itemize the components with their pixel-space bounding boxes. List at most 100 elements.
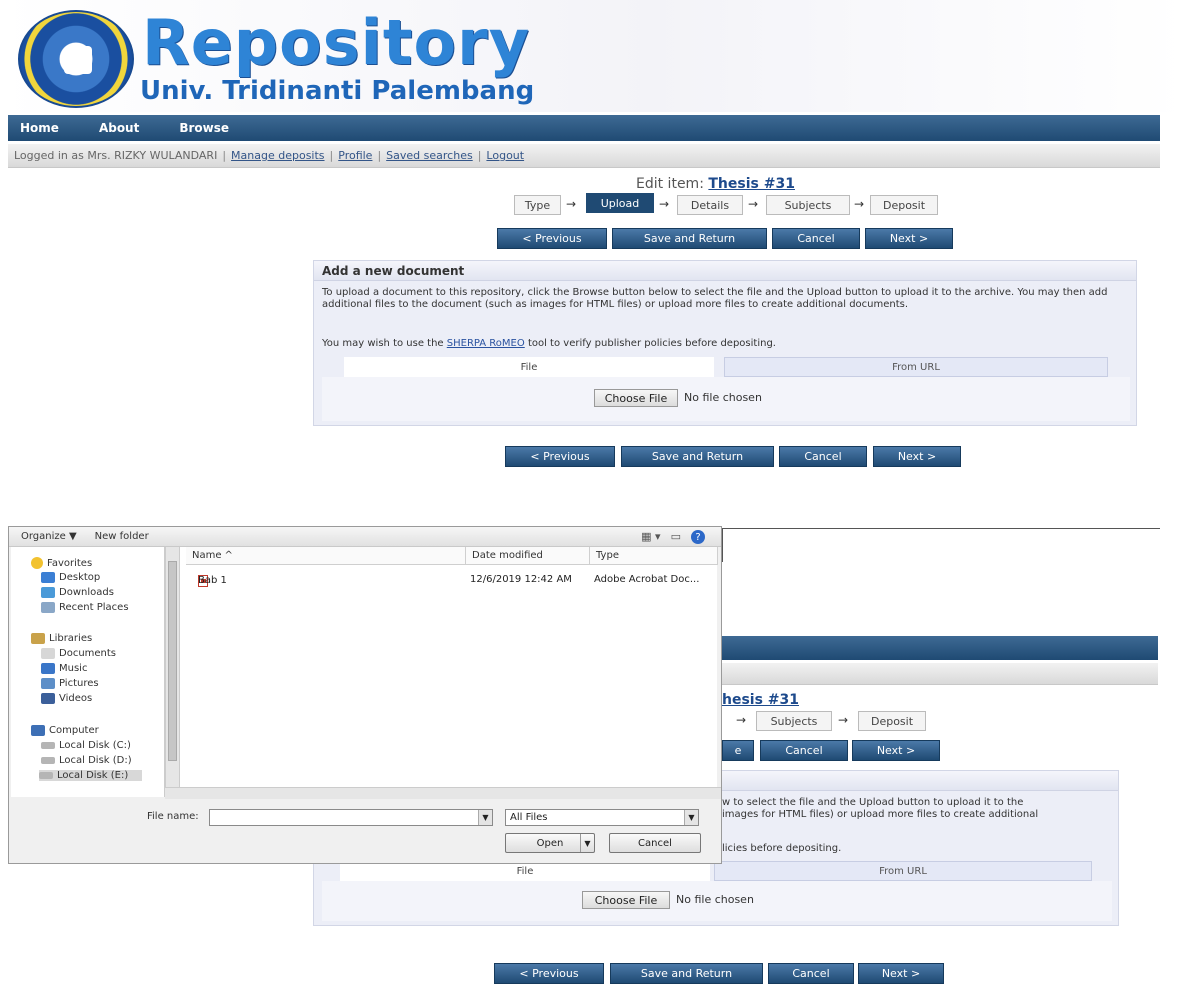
pictures-icon	[41, 678, 55, 689]
nav-browse[interactable]: Browse	[179, 121, 229, 135]
file-list-scrollbar[interactable]	[165, 787, 721, 799]
nav-local-disk-e[interactable]: Local Disk (E:)	[39, 770, 143, 781]
tab-from-url-lower[interactable]: From URL	[714, 861, 1092, 881]
nav-downloads[interactable]: Downloads	[41, 587, 114, 598]
thesis-link-lower[interactable]: hesis #31	[722, 692, 799, 708]
step-arrow: →	[566, 197, 577, 211]
nav-documents[interactable]: Documents	[41, 648, 116, 659]
navigation-scrollbar[interactable]	[165, 547, 179, 797]
file-type-filter[interactable]: All Files ▼	[505, 809, 699, 826]
step-subjects-lower[interactable]: Subjects	[756, 711, 832, 731]
step-arrow: →	[659, 197, 670, 211]
logged-in-text: Logged in as Mrs. RIZKY WULANDARI	[14, 149, 218, 162]
step-details[interactable]: Details	[677, 195, 743, 215]
step-deposit-lower[interactable]: Deposit	[858, 711, 926, 731]
saved-searches-link[interactable]: Saved searches	[386, 149, 473, 162]
file-row[interactable]: Bab 1 12/6/2019 12:42 AM Adobe Acrobat D…	[180, 573, 718, 589]
thesis-link[interactable]: Thesis #31	[708, 176, 795, 192]
edit-item-title: Edit item: Thesis #31	[636, 176, 795, 192]
libraries-group[interactable]: Libraries	[31, 633, 92, 644]
logout-link[interactable]: Logout	[486, 149, 524, 162]
drive-icon	[39, 772, 53, 779]
libraries-icon	[31, 633, 45, 644]
navigation-pane: Favorites Desktop Downloads Recent Place…	[11, 547, 165, 797]
computer-icon	[31, 725, 45, 736]
music-icon	[41, 663, 55, 674]
nav-desktop[interactable]: Desktop	[41, 572, 100, 583]
next-button-bottom[interactable]: Next >	[873, 446, 961, 467]
previous-button-bottom[interactable]: < Previous	[505, 446, 615, 467]
views-icon[interactable]: ▦ ▾	[641, 530, 660, 544]
new-folder-button[interactable]: New folder	[95, 531, 149, 542]
no-file-chosen: No file chosen	[684, 391, 762, 404]
dialog-view-tools: ▦ ▾ ▭ ?	[641, 530, 705, 544]
next-button[interactable]: Next >	[865, 228, 953, 249]
step-subjects[interactable]: Subjects	[766, 195, 850, 215]
previous-button-lower[interactable]: < Previous	[494, 963, 604, 984]
computer-group[interactable]: Computer	[31, 725, 99, 736]
save-return-button-lower[interactable]: e	[722, 740, 754, 761]
file-type: Adobe Acrobat Doc...	[594, 574, 700, 585]
favorites-group[interactable]: Favorites	[31, 557, 92, 569]
window-edge	[722, 528, 1160, 529]
manage-deposits-link[interactable]: Manage deposits	[231, 149, 324, 162]
step-deposit[interactable]: Deposit	[870, 195, 938, 215]
previous-button[interactable]: < Previous	[497, 228, 607, 249]
organize-menu[interactable]: Organize ▼	[21, 531, 77, 542]
preview-pane-icon[interactable]: ▭	[671, 530, 681, 544]
upload-instructions: To upload a document to this repository,…	[322, 287, 1108, 310]
save-return-button-bottom[interactable]: Save and Return	[621, 446, 774, 467]
add-document-heading: Add a new document	[314, 261, 1136, 281]
step-arrow: →	[854, 197, 865, 211]
cancel-button-lower[interactable]: Cancel	[760, 740, 848, 761]
tab-file[interactable]: File	[344, 357, 714, 377]
open-split-arrow-icon[interactable]: ▼	[580, 834, 594, 852]
nav-recent-places[interactable]: Recent Places	[41, 602, 129, 613]
open-button[interactable]: Open ▼	[505, 833, 595, 853]
dialog-cancel-button[interactable]: Cancel	[609, 833, 701, 853]
save-return-button[interactable]: Save and Return	[612, 228, 767, 249]
drive-icon	[41, 757, 55, 764]
sherpa-romeo-link[interactable]: SHERPA RoMEO	[447, 338, 525, 349]
site-header: Repository Univ. Tridinanti Palembang	[0, 0, 1186, 112]
main-nav-lower	[716, 636, 1158, 660]
next-button-lower-2[interactable]: Next >	[858, 963, 944, 984]
login-bar: Logged in as Mrs. RIZKY WULANDARI | Mana…	[8, 144, 1160, 168]
nav-videos[interactable]: Videos	[41, 693, 92, 704]
profile-link[interactable]: Profile	[338, 149, 372, 162]
nav-local-disk-c[interactable]: Local Disk (C:)	[41, 740, 131, 751]
step-arrow: →	[748, 197, 759, 211]
dropdown-arrow-icon[interactable]: ▼	[684, 810, 698, 825]
step-upload[interactable]: Upload	[586, 193, 654, 213]
column-name[interactable]: Name ^	[186, 547, 466, 565]
star-icon	[31, 557, 43, 569]
step-type[interactable]: Type	[514, 195, 561, 215]
dropdown-arrow-icon[interactable]: ▼	[478, 810, 492, 825]
window-edge	[722, 528, 723, 562]
videos-icon	[41, 693, 55, 704]
column-type[interactable]: Type	[590, 547, 718, 565]
save-return-button-lower-2[interactable]: Save and Return	[610, 963, 763, 984]
choose-file-button[interactable]: Choose File	[594, 389, 678, 407]
desktop-icon	[41, 572, 55, 583]
nav-home[interactable]: Home	[20, 121, 59, 135]
help-icon[interactable]: ?	[691, 530, 705, 544]
tab-from-url[interactable]: From URL	[724, 357, 1108, 377]
next-button-lower[interactable]: Next >	[852, 740, 940, 761]
nav-pictures[interactable]: Pictures	[41, 678, 99, 689]
file-name-label: File name:	[147, 811, 199, 822]
nav-local-disk-d[interactable]: Local Disk (D:)	[41, 755, 132, 766]
login-bar-lower	[716, 663, 1158, 685]
cancel-button[interactable]: Cancel	[772, 228, 860, 249]
cancel-button-lower-2[interactable]: Cancel	[768, 963, 854, 984]
cancel-button-bottom[interactable]: Cancel	[779, 446, 867, 467]
column-date-modified[interactable]: Date modified	[466, 547, 590, 565]
tab-file-lower[interactable]: File	[340, 861, 710, 881]
nav-about[interactable]: About	[99, 121, 139, 135]
sherpa-note-lower: licies before depositing.	[722, 843, 842, 854]
file-date: 12/6/2019 12:42 AM	[470, 574, 572, 585]
choose-file-button-lower[interactable]: Choose File	[582, 891, 670, 909]
nav-music[interactable]: Music	[41, 663, 87, 674]
dialog-toolbar: Organize ▼ New folder	[9, 527, 721, 547]
file-name-input[interactable]: ▼	[209, 809, 493, 826]
